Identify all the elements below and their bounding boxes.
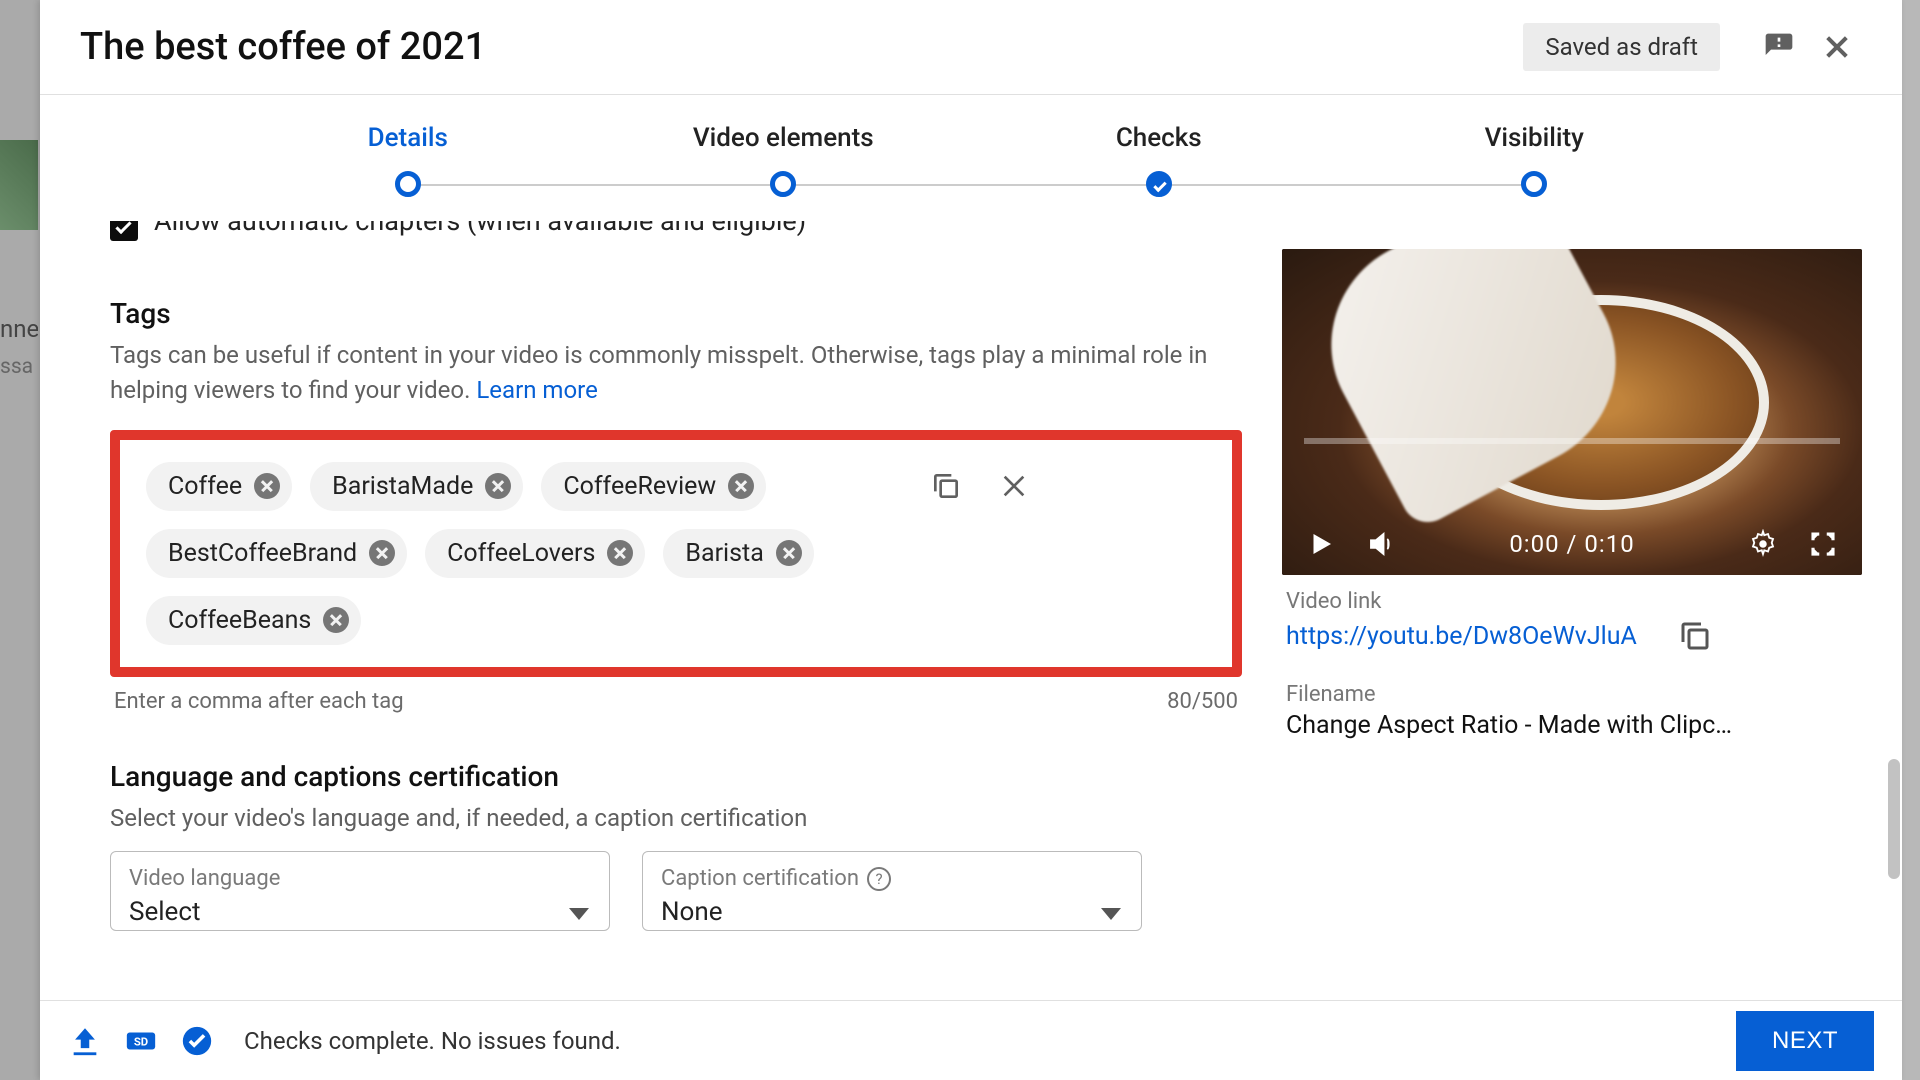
sd-badge-icon: SD <box>124 1024 158 1058</box>
caption-cert-label: Caption certification ? <box>661 866 1123 891</box>
tag-chip: CoffeeReview <box>541 462 766 511</box>
checkbox-checked-icon[interactable] <box>110 221 138 241</box>
details-form: Allow automatic chapters (when available… <box>80 199 1242 1000</box>
tag-chip: CoffeeLovers <box>425 529 645 578</box>
content-area: Allow automatic chapters (when available… <box>40 199 1902 1000</box>
tags-counter: 80/500 <box>1167 689 1238 714</box>
bg-thumbnail <box>0 140 38 230</box>
chevron-down-icon <box>1101 908 1121 920</box>
progress-rail[interactable] <box>1304 438 1840 444</box>
tags-meta: Enter a comma after each tag 80/500 <box>110 685 1242 714</box>
copy-link-icon[interactable] <box>1677 618 1713 654</box>
caption-cert-value: None <box>661 897 1123 927</box>
caption-cert-select[interactable]: Caption certification ? None <box>642 851 1142 931</box>
backdrop: nne ssa <box>0 0 40 1080</box>
help-icon[interactable]: ? <box>867 867 891 891</box>
settings-icon[interactable] <box>1748 529 1778 559</box>
video-link-label: Video link <box>1286 589 1858 614</box>
language-heading: Language and captions certification <box>110 760 1242 793</box>
remove-tag-icon[interactable] <box>323 607 349 633</box>
tags-hint: Enter a comma after each tag <box>114 689 404 714</box>
step-details[interactable]: Details <box>220 123 596 199</box>
video-language-value: Select <box>129 897 591 927</box>
checks-status: Checks complete. No issues found. <box>244 1027 1714 1055</box>
filename-label: Filename <box>1286 682 1858 707</box>
language-description: Select your video's language and, if nee… <box>110 801 1242 836</box>
bg-text: nne <box>0 315 38 343</box>
playback-time: 0:00 / 0:10 <box>1426 530 1718 558</box>
remove-tag-icon[interactable] <box>776 540 802 566</box>
step-dot <box>770 171 796 197</box>
language-dropdowns: Video language Select Caption certificat… <box>110 851 1242 931</box>
copy-tags-icon[interactable] <box>930 470 962 502</box>
remove-tag-icon[interactable] <box>728 473 754 499</box>
tags-description: Tags can be useful if content in your vi… <box>110 338 1242 408</box>
video-language-label: Video language <box>129 866 591 891</box>
step-video-elements[interactable]: Video elements <box>596 123 972 199</box>
tags-input-box[interactable]: Coffee BaristaMade CoffeeReview BestCoff… <box>110 430 1242 677</box>
tag-chip: CoffeeBeans <box>146 596 361 645</box>
chevron-down-icon <box>569 908 589 920</box>
upload-icon[interactable] <box>68 1024 102 1058</box>
player-controls: 0:00 / 0:10 <box>1282 513 1862 575</box>
preview-panel: 0:00 / 0:10 Video link https://youtu.be/… <box>1282 199 1862 1000</box>
play-icon[interactable] <box>1306 529 1336 559</box>
save-status-chip: Saved as draft <box>1523 23 1720 71</box>
tag-chip: BaristaMade <box>310 462 523 511</box>
clear-tags-icon[interactable] <box>998 470 1030 502</box>
check-circle-icon <box>180 1024 214 1058</box>
dialog-title: The best coffee of 2021 <box>80 25 1523 69</box>
tags-chip-list: Coffee BaristaMade CoffeeReview BestCoff… <box>146 462 916 645</box>
step-checks[interactable]: Checks <box>971 123 1347 199</box>
learn-more-link[interactable]: Learn more <box>476 376 597 404</box>
dialog-header: The best coffee of 2021 Saved as draft <box>40 0 1902 95</box>
stepper: Details Video elements Checks Visibility <box>40 95 1902 199</box>
close-icon[interactable] <box>1812 22 1862 72</box>
remove-tag-icon[interactable] <box>607 540 633 566</box>
step-dot-done <box>1146 171 1172 197</box>
auto-chapters-row[interactable]: Allow automatic chapters (when available… <box>110 221 1242 245</box>
feedback-icon[interactable] <box>1754 22 1804 72</box>
tags-heading: Tags <box>110 297 1242 330</box>
remove-tag-icon[interactable] <box>485 473 511 499</box>
remove-tag-icon[interactable] <box>254 473 280 499</box>
fullscreen-icon[interactable] <box>1808 529 1838 559</box>
next-button[interactable]: NEXT <box>1736 1011 1874 1071</box>
step-visibility[interactable]: Visibility <box>1347 123 1723 199</box>
remove-tag-icon[interactable] <box>369 540 395 566</box>
step-dot <box>395 171 421 197</box>
filename-block: Filename Change Aspect Ratio - Made with… <box>1282 668 1862 754</box>
video-language-select[interactable]: Video language Select <box>110 851 610 931</box>
scrollbar[interactable] <box>1888 759 1900 879</box>
bg-text: ssa <box>0 355 38 379</box>
tag-chip: Barista <box>663 529 813 578</box>
volume-icon[interactable] <box>1366 529 1396 559</box>
tag-chip: Coffee <box>146 462 292 511</box>
video-link[interactable]: https://youtu.be/Dw8OeWvJluA <box>1286 622 1637 651</box>
tag-chip: BestCoffeeBrand <box>146 529 407 578</box>
video-preview[interactable]: 0:00 / 0:10 <box>1282 249 1862 575</box>
dialog-footer: SD Checks complete. No issues found. NEX… <box>40 1000 1902 1080</box>
upload-dialog: The best coffee of 2021 Saved as draft D… <box>40 0 1902 1080</box>
auto-chapters-label: Allow automatic chapters (when available… <box>154 221 806 237</box>
filename-value: Change Aspect Ratio - Made with Clipc… <box>1286 711 1858 740</box>
svg-text:SD: SD <box>134 1034 148 1048</box>
step-dot <box>1521 171 1547 197</box>
tags-actions <box>930 462 1030 502</box>
video-link-block: Video link https://youtu.be/Dw8OeWvJluA <box>1282 575 1862 668</box>
